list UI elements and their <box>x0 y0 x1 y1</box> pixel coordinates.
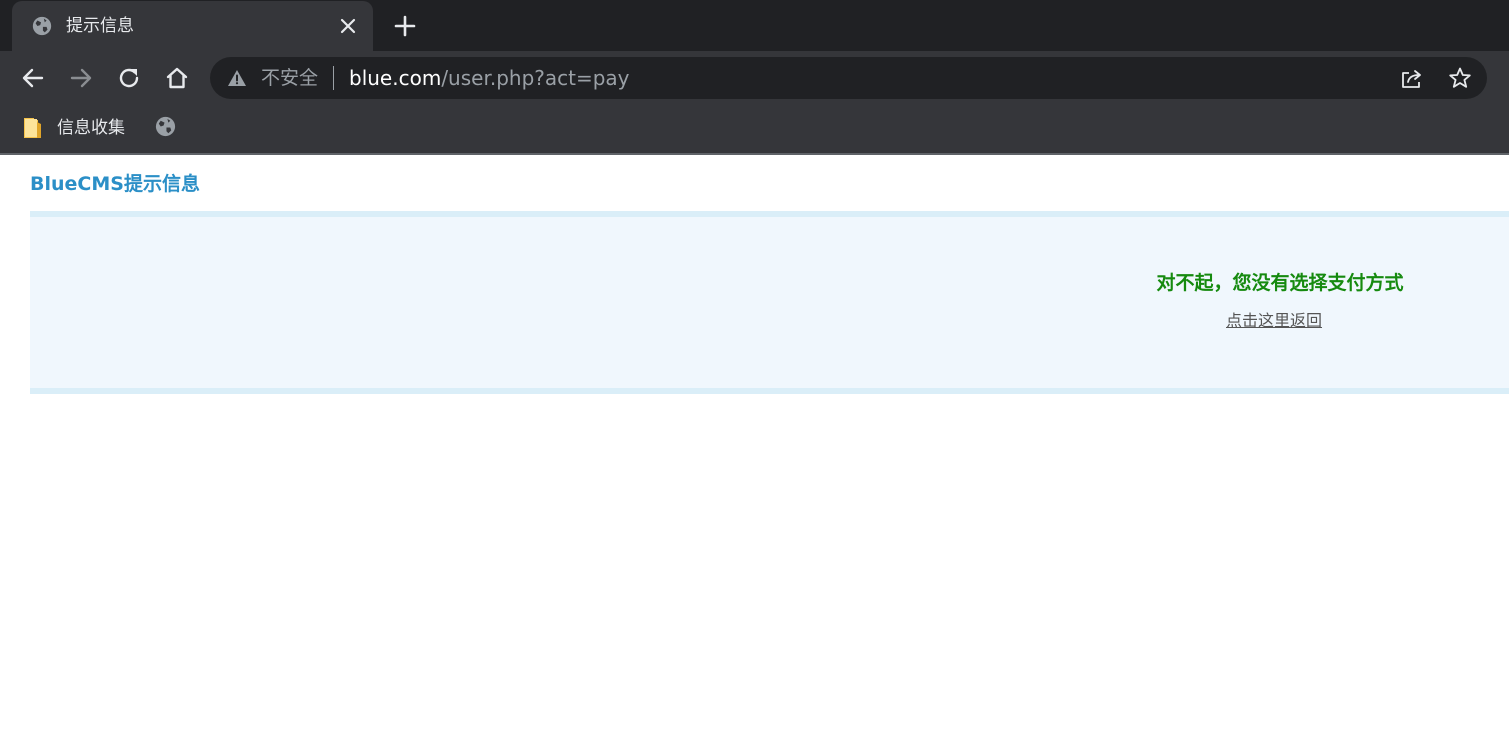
url-text[interactable]: blue.com/user.php?act=pay <box>349 65 630 91</box>
star-icon[interactable] <box>1448 66 1472 90</box>
tab-strip: 提示信息 <box>0 0 1509 51</box>
tab-title: 提示信息 <box>66 16 134 36</box>
error-message: 对不起，您没有选择支付方式 <box>1156 272 1404 294</box>
arrow-right-icon[interactable] <box>68 65 94 91</box>
bookmarks-bar: 信息收集 <box>0 104 1509 155</box>
arrow-left-icon[interactable] <box>20 65 46 91</box>
reload-icon[interactable] <box>116 65 142 91</box>
browser-tab[interactable]: 提示信息 <box>12 1 373 51</box>
home-icon[interactable] <box>164 65 190 91</box>
globe-icon <box>32 16 52 36</box>
back-link[interactable]: 点击这里返回 <box>1226 309 1322 333</box>
url-host: blue.com <box>349 66 442 90</box>
plus-icon[interactable] <box>393 14 417 38</box>
message-box: 对不起，您没有选择支付方式 点击这里返回 <box>30 211 1509 394</box>
security-label: 不安全 <box>261 67 319 89</box>
bookmark-label: 信息收集 <box>57 118 125 138</box>
folder-icon <box>24 118 41 138</box>
warning-icon[interactable] <box>227 69 247 87</box>
share-icon[interactable] <box>1400 67 1424 89</box>
address-bar[interactable]: 不安全 blue.com/user.php?act=pay <box>210 57 1487 99</box>
page-title: BlueCMS提示信息 <box>30 173 200 195</box>
globe-icon[interactable] <box>154 115 177 138</box>
browser-toolbar: 不安全 blue.com/user.php?act=pay <box>0 51 1509 104</box>
close-icon[interactable] <box>338 16 358 36</box>
omnibox-divider <box>333 66 334 90</box>
url-path: /user.php?act=pay <box>441 66 630 90</box>
